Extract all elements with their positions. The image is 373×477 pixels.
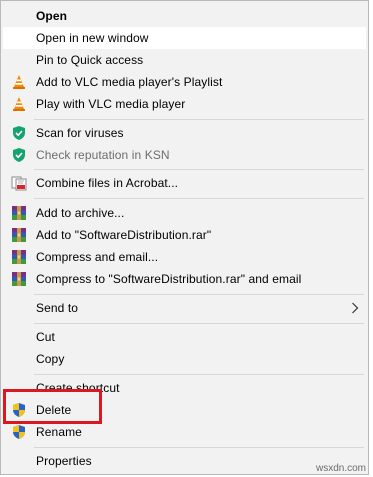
- menu-item-label: Compress and email...: [36, 250, 159, 264]
- menu-item-compress-and-email[interactable]: Compress and email...: [3, 246, 366, 268]
- menu-item-label: Add to archive...: [36, 206, 125, 220]
- menu-item-label: Open in new window: [36, 31, 149, 45]
- menu-item-add-to-vlc-playlist[interactable]: Add to VLC media player's Playlist: [3, 71, 366, 93]
- menu-separator: [34, 198, 364, 199]
- menu-item-open-in-new-window[interactable]: Open in new window: [3, 27, 366, 49]
- menu-separator: [34, 374, 364, 375]
- winrar-icon: [11, 249, 27, 265]
- menu-item-properties[interactable]: Properties: [3, 450, 366, 472]
- menu-item-label: Compress to "SoftwareDistribution.rar" a…: [36, 272, 302, 286]
- delete-highlight-annotation: [3, 389, 102, 424]
- menu-item-label: Copy: [36, 352, 65, 366]
- menu-item-label: Rename: [36, 425, 82, 439]
- menu-item-combine-files-acrobat[interactable]: Combine files in Acrobat...: [3, 172, 366, 194]
- menu-item-rename[interactable]: Rename: [3, 421, 366, 443]
- menu-item-label: Add to VLC media player's Playlist: [36, 75, 223, 89]
- menu-item-scan-for-viruses[interactable]: Scan for viruses: [3, 122, 366, 144]
- menu-separator: [34, 294, 364, 295]
- menu-item-add-to-archive[interactable]: Add to archive...: [3, 202, 366, 224]
- menu-item-label: Properties: [36, 454, 92, 468]
- menu-separator: [34, 169, 364, 170]
- menu-item-pin-to-quick-access[interactable]: Pin to Quick access: [3, 49, 366, 71]
- winrar-icon: [11, 205, 27, 221]
- menu-item-label: Add to "SoftwareDistribution.rar": [36, 228, 212, 242]
- menu-item-label: Play with VLC media player: [36, 97, 186, 111]
- menu-item-label: Open: [36, 9, 68, 23]
- uac-shield-icon: [11, 424, 27, 440]
- menu-item-label: Check reputation in KSN: [36, 148, 170, 162]
- menu-item-send-to[interactable]: Send to: [3, 297, 366, 319]
- menu-item-add-to-rar[interactable]: Add to "SoftwareDistribution.rar": [3, 224, 366, 246]
- kaspersky-shield-icon: [11, 125, 27, 141]
- vlc-cone-icon: [11, 96, 27, 112]
- menu-item-cut[interactable]: Cut: [3, 326, 366, 348]
- chevron-right-icon: [352, 302, 359, 314]
- menu-item-open[interactable]: Open: [3, 5, 366, 27]
- menu-item-play-with-vlc[interactable]: Play with VLC media player: [3, 93, 366, 115]
- menu-item-label: Combine files in Acrobat...: [36, 176, 179, 190]
- menu-item-check-reputation-ksn[interactable]: Check reputation in KSN: [3, 144, 366, 166]
- menu-item-label: Pin to Quick access: [36, 53, 144, 67]
- menu-item-compress-to-rar-and-email[interactable]: Compress to "SoftwareDistribution.rar" a…: [3, 268, 366, 290]
- menu-separator: [34, 119, 364, 120]
- winrar-icon: [11, 271, 27, 287]
- menu-item-label: Send to: [36, 301, 79, 315]
- kaspersky-shield-icon: [11, 147, 27, 163]
- menu-separator: [34, 447, 364, 448]
- menu-item-copy[interactable]: Copy: [3, 348, 366, 370]
- vlc-cone-icon: [11, 74, 27, 90]
- menu-item-label: Cut: [36, 330, 55, 344]
- watermark: wsxdn.com: [315, 463, 366, 474]
- menu-item-label: Scan for viruses: [36, 126, 124, 140]
- winrar-icon: [11, 227, 27, 243]
- menu-separator: [34, 323, 364, 324]
- acrobat-combine-icon: [11, 175, 27, 191]
